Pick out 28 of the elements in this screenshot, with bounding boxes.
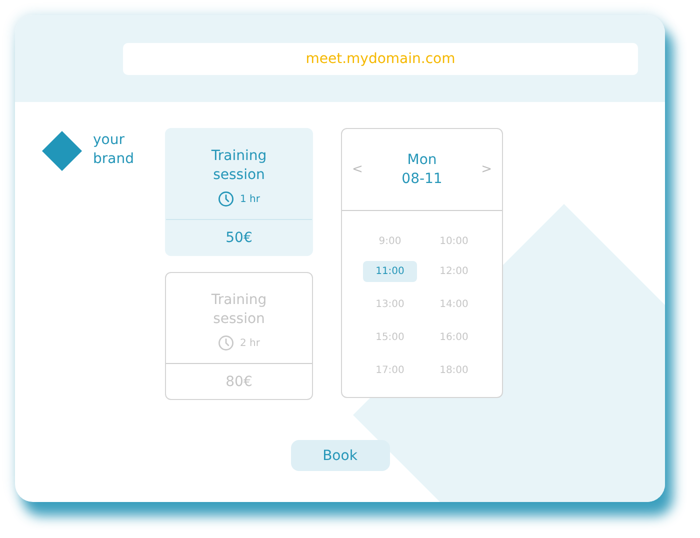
time-slot[interactable]: 12:00 [427,261,481,282]
clock-icon [218,335,234,351]
day-label: Mon [407,150,437,170]
service-card[interactable]: Training session 1 hr 50€ [165,128,313,256]
time-slot[interactable]: 10:00 [427,231,481,252]
duration-label: 2 hr [240,338,260,348]
previous-day-button[interactable]: < [352,162,363,177]
time-slot[interactable]: 9:00 [363,231,417,252]
time-slot[interactable]: 14:00 [427,294,481,315]
service-title: Training session [210,291,268,329]
service-card[interactable]: Training session 2 hr 80€ [165,272,313,400]
address-bar[interactable]: meet.mydomain.com [123,42,638,74]
time-slot[interactable]: 11:00 [363,261,417,282]
date-label: 08-11 [402,170,442,188]
price-label: 80€ [226,374,252,390]
time-slot[interactable]: 18:00 [427,360,481,381]
next-day-button[interactable]: > [481,162,492,177]
clock-icon [218,191,234,207]
service-title: Training session [210,147,268,185]
duration-label: 1 hr [240,194,260,204]
diamond-logo-icon [42,131,82,171]
time-slot[interactable]: 15:00 [363,327,417,348]
price-label: 50€ [226,230,252,246]
time-slot[interactable]: 17:00 [363,360,417,381]
time-slot[interactable]: 13:00 [363,294,417,315]
brand-name: your brand [93,131,135,169]
time-slot[interactable]: 16:00 [427,327,481,348]
book-button[interactable]: Book [290,440,390,471]
